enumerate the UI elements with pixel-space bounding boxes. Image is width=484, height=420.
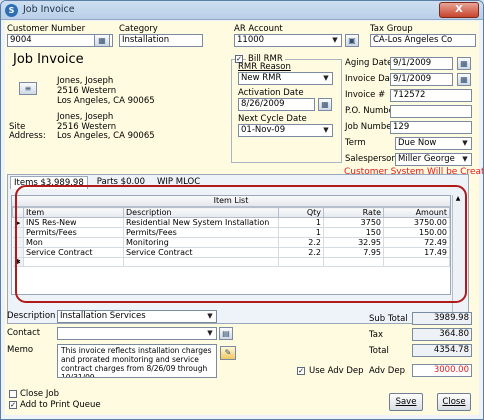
close-job-label: Close Job xyxy=(20,389,59,399)
save-button[interactable]: Save xyxy=(389,393,423,411)
contact-card-icon[interactable]: ▤ xyxy=(219,327,233,340)
chevron-down-icon: ▼ xyxy=(207,329,213,337)
chevron-down-icon: ▼ xyxy=(462,155,468,163)
chevron-down-icon: ▼ xyxy=(323,74,329,82)
subtotal-label: Sub Total xyxy=(369,314,408,324)
activation-date-label: Activation Date xyxy=(238,88,304,98)
invoice-form: Customer Number 9004 ▦ Category Installa… xyxy=(5,21,483,415)
rmr-reason-dropdown[interactable]: New RMR ▼ xyxy=(238,72,333,85)
next-cycle-label: Next Cycle Date xyxy=(238,114,307,124)
tax-label: Tax xyxy=(369,330,384,340)
job-number-field[interactable]: 129 xyxy=(390,121,472,134)
bill-to-line-2: 2516 Western xyxy=(57,86,117,96)
chevron-down-icon: ▼ xyxy=(462,139,468,147)
window-title: Job Invoice xyxy=(23,4,75,15)
calculator-icon[interactable]: ▦ xyxy=(94,34,110,47)
address-label: Address: xyxy=(9,131,46,141)
chevron-down-icon: ▼ xyxy=(323,126,329,134)
adv-dep-value[interactable]: 3000.00 xyxy=(412,364,472,377)
bill-to-line-3: Los Angeles, CA 90065 xyxy=(57,96,155,106)
app-icon: S xyxy=(5,4,18,17)
save-disk-icon[interactable]: ▣ xyxy=(345,34,359,47)
tax-group-label: Tax Group xyxy=(370,24,413,34)
term-label: Term xyxy=(345,138,366,148)
memo-textarea[interactable]: This invoice reflects installation charg… xyxy=(57,344,217,378)
job-invoice-window: S Job Invoice X Customer Number 9004 ▦ C… xyxy=(0,0,484,420)
salesperson-label: Salesperson xyxy=(345,154,397,164)
page-title: Job Invoice xyxy=(13,52,84,67)
next-cycle-value: 01-Nov-09 xyxy=(241,125,286,135)
invoice-date-field[interactable]: 9/1/2009 xyxy=(390,73,453,86)
term-dropdown[interactable]: Due Now ▼ xyxy=(395,137,472,150)
use-adv-dep-checkbox[interactable]: ✓ xyxy=(297,367,305,375)
close-job-checkbox[interactable] xyxy=(9,390,17,398)
print-queue-label: Add to Print Queue xyxy=(20,400,101,410)
chevron-down-icon: ▼ xyxy=(332,36,338,44)
chevron-down-icon: ▼ xyxy=(207,312,213,320)
adv-dep-label: Adv Dep xyxy=(369,366,405,376)
site-line-1: Jones, Joseph xyxy=(57,112,114,122)
description-label: Description xyxy=(7,311,56,321)
memo-label: Memo xyxy=(7,345,34,355)
tax-value: 364.80 xyxy=(412,328,472,341)
ar-account-dropdown[interactable]: 11000 ▼ xyxy=(234,34,342,47)
address-card-icon[interactable]: ≡ xyxy=(19,82,37,95)
aging-date-field[interactable]: 9/1/2009 xyxy=(390,57,453,70)
salesperson-dropdown[interactable]: Miller George ▼ xyxy=(395,153,472,166)
print-queue-checkbox[interactable]: ✓ xyxy=(9,401,17,409)
rmr-reason-label: RMR Reason xyxy=(238,62,291,72)
po-number-field[interactable] xyxy=(390,105,472,118)
subtotal-value: 3989.98 xyxy=(412,312,472,325)
category-label: Category xyxy=(119,24,158,34)
invoice-no-field[interactable]: 712572 xyxy=(390,89,472,102)
tax-group-field[interactable]: CA-Los Angeles Co xyxy=(370,34,476,47)
category-field[interactable]: Installation xyxy=(119,34,203,47)
aging-date-label: Aging Date xyxy=(345,58,393,68)
use-adv-dep-label: Use Adv Dep xyxy=(309,366,364,376)
customer-number-label: Customer Number xyxy=(7,24,86,34)
salesperson-value: Miller George xyxy=(398,154,455,164)
calendar-icon[interactable]: ▦ xyxy=(457,73,471,86)
bill-to-line-1: Jones, Joseph xyxy=(57,76,114,86)
ar-account-label: AR Account xyxy=(234,24,283,34)
contact-label: Contact xyxy=(7,328,41,338)
description-dropdown[interactable]: Installation Services ▼ xyxy=(57,310,217,323)
activation-date-field[interactable]: 8/26/2009 xyxy=(238,98,315,111)
highlight-annotation xyxy=(15,185,467,303)
close-button[interactable]: Close xyxy=(437,393,471,411)
rmr-reason-value: New RMR xyxy=(241,73,282,83)
pencil-edit-icon[interactable]: ✎ xyxy=(220,346,236,360)
calendar-icon[interactable]: ▦ xyxy=(318,98,332,111)
next-cycle-dropdown[interactable]: 01-Nov-09 ▼ xyxy=(238,124,333,137)
contact-dropdown[interactable]: ▼ xyxy=(57,327,217,340)
total-label: Total xyxy=(369,346,389,356)
window-close-button[interactable]: X xyxy=(439,2,479,18)
total-value: 4354.78 xyxy=(412,344,472,357)
site-line-3: Los Angeles, CA 90065 xyxy=(57,131,155,141)
term-value: Due Now xyxy=(398,138,437,148)
invoice-no-label: Invoice # xyxy=(345,90,386,100)
description-value: Installation Services xyxy=(60,311,146,321)
title-bar: S Job Invoice X xyxy=(1,1,483,20)
job-number-label: Job Number xyxy=(345,122,395,132)
ar-account-value: 11000 xyxy=(237,35,265,45)
calendar-icon[interactable]: ▦ xyxy=(457,57,471,70)
